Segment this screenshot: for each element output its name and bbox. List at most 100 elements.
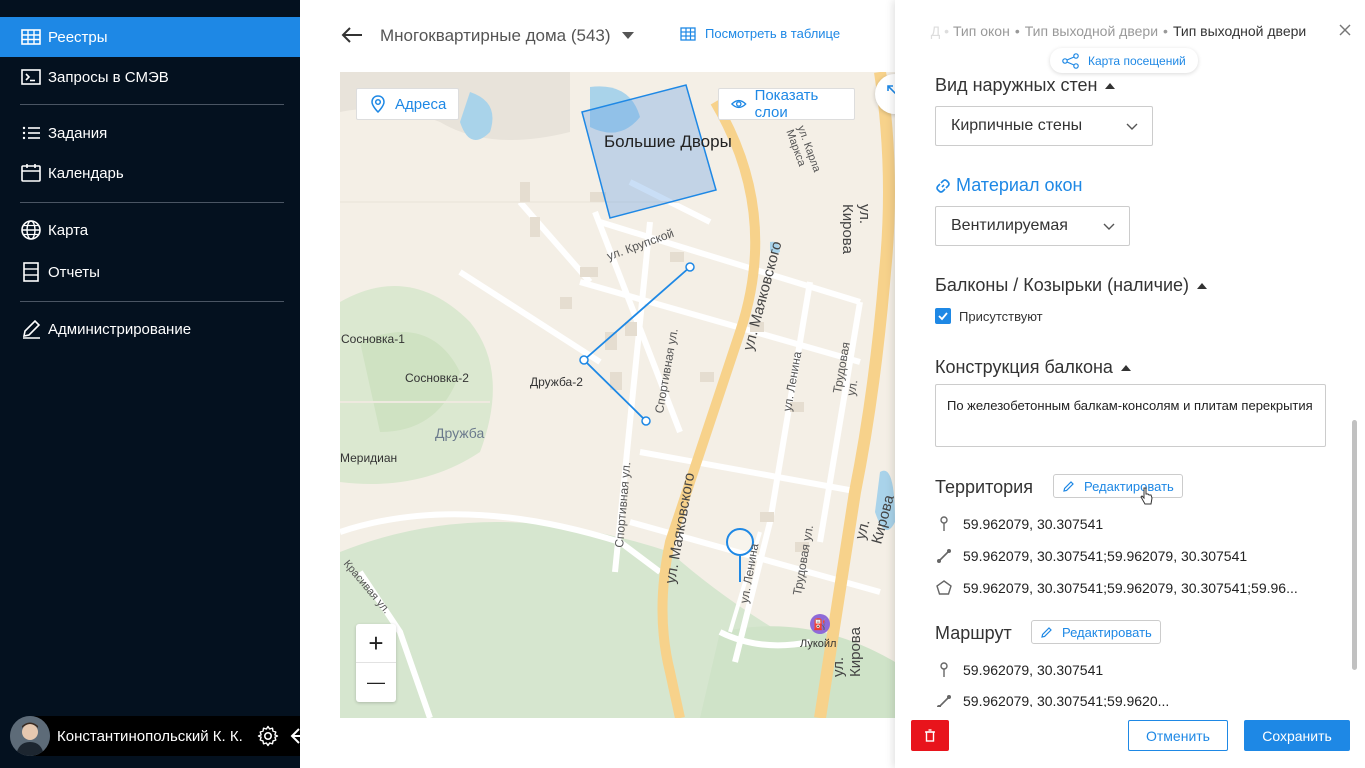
balcony-construction-title[interactable]: Конструкция балкона — [935, 357, 1131, 378]
edit-label: Редактировать — [1062, 624, 1152, 640]
sidebar-item-calendar[interactable]: Календарь — [0, 153, 300, 193]
main-content: Многоквартирные дома (543) Посмотреть в … — [300, 0, 895, 768]
show-layers-label: Показать слои — [754, 87, 819, 121]
wall-type-title[interactable]: Вид наружных стен — [935, 75, 1116, 96]
eye-icon — [731, 99, 747, 109]
section-title-text: Территория — [935, 477, 1033, 497]
table-icon — [21, 29, 41, 45]
save-button[interactable]: Сохранить — [1244, 720, 1350, 751]
balconies-checkbox[interactable]: Присутствуют — [935, 308, 1043, 324]
map-label-street: ул. Кирова — [839, 204, 873, 254]
breadcrumb-item[interactable]: Тип выходной двери — [1025, 23, 1158, 39]
mouse-cursor-icon — [1140, 487, 1153, 505]
view-table-link[interactable]: Посмотреть в таблице — [680, 26, 840, 41]
user-name: Константинопольский К. К. — [57, 727, 243, 745]
calendar-icon — [21, 164, 41, 182]
pencil-icon — [1041, 626, 1052, 638]
sidebar-item-label: Карта — [48, 221, 89, 239]
sidebar-item-label: Отчеты — [48, 263, 100, 281]
registry-header: Многоквартирные дома (543) Посмотреть в … — [300, 0, 895, 72]
zoom-out-button[interactable]: — — [356, 663, 396, 702]
visit-map-link[interactable]: Карта посещений — [1050, 48, 1198, 73]
route-point-row: 59.962079, 30.307541 — [935, 661, 1335, 679]
delete-button[interactable] — [911, 720, 949, 751]
balcony-construction-textarea[interactable]: По железобетонным балкам-консолям и плит… — [935, 384, 1326, 447]
sidebar-item-map[interactable]: Карта — [0, 210, 300, 250]
sidebar-item-label: Реестры — [48, 28, 108, 46]
sidebar-divider — [20, 202, 284, 203]
registry-title-dropdown[interactable]: Многоквартирные дома (543) — [380, 26, 634, 46]
coordinates-value: 59.962079, 30.307541 — [963, 516, 1104, 532]
breadcrumb-fade: Д • — [930, 23, 949, 39]
map-label-place: Сосновка-1 — [341, 332, 405, 346]
coordinates-value: 59.962079, 30.307541;59.962079, 30.30754… — [963, 580, 1298, 596]
close-icon[interactable] — [1339, 24, 1351, 36]
territory-edit-button[interactable]: Редактировать — [1053, 474, 1183, 498]
wall-type-select[interactable]: Кирпичные стены — [935, 106, 1153, 146]
map-label-bolshie-dvory: Большие Дворы — [604, 132, 732, 151]
page-title: Многоквартирные дома (543) — [380, 26, 611, 45]
window-material-title[interactable]: Материал окон — [935, 175, 1082, 196]
sidebar-item-tasks[interactable]: Задания — [0, 113, 300, 153]
point-pin-icon — [940, 516, 948, 531]
table-icon — [680, 26, 696, 41]
panel-footer: Отменить Сохранить — [895, 708, 1365, 768]
select-value: Кирпичные стены — [951, 117, 1083, 134]
section-title-text: Вид наружных стен — [935, 75, 1098, 95]
pencil-icon — [22, 319, 41, 339]
textarea-value: По железобетонным балкам-консолям и плит… — [947, 398, 1313, 413]
section-title-text: Материал окон — [956, 175, 1083, 195]
breadcrumb-current: Тип выходной двери — [1172, 23, 1307, 39]
sidebar-divider — [20, 104, 284, 105]
line-segment-icon — [937, 549, 951, 563]
sidebar-item-label: Задания — [48, 124, 108, 142]
breadcrumb-item[interactable]: Тип окон — [953, 23, 1010, 39]
territory-point-row: 59.962079, 30.307541 — [935, 515, 1335, 533]
sidebar-item-reports[interactable]: Отчеты — [0, 252, 300, 292]
sidebar-item-administration[interactable]: Администрирование — [0, 309, 300, 349]
expand-icon — [887, 85, 895, 95]
map-canvas[interactable]: Большие Дворы ул. Крупской ул. Карла Мар… — [340, 72, 895, 718]
caret-up-icon — [1105, 82, 1116, 89]
sidebar-item-registries[interactable]: Реестры — [0, 17, 300, 57]
zoom-control: + — — [356, 624, 396, 702]
caret-down-icon — [621, 32, 634, 39]
breadcrumb-separator: • — [1014, 23, 1020, 39]
zoom-in-button[interactable]: + — [356, 624, 396, 663]
territory-line-row: 59.962079, 30.307541;59.962079, 30.30754… — [935, 547, 1335, 565]
gear-icon[interactable] — [256, 724, 280, 748]
map-label-place: Сосновка-2 — [405, 371, 469, 385]
terminal-icon — [21, 69, 41, 85]
sidebar-divider — [20, 301, 284, 302]
breadcrumb-separator: • — [1163, 23, 1168, 39]
sidebar-item-label: Календарь — [48, 164, 124, 182]
window-material-select[interactable]: Вентилируемая — [935, 206, 1130, 246]
location-pin-icon — [371, 95, 385, 113]
sidebar: Реестры Запросы в СМЭВ Задания Календарь… — [0, 0, 321, 768]
panel-scrollbar[interactable] — [1352, 420, 1357, 670]
map-label-place: Дружба-2 — [530, 375, 583, 389]
report-icon — [23, 262, 39, 282]
avatar[interactable] — [10, 716, 50, 756]
point-pin-icon — [940, 662, 948, 677]
coordinates-value: 59.962079, 30.307541;59.962079, 30.30754… — [963, 548, 1248, 564]
route-edit-button[interactable]: Редактировать — [1031, 620, 1161, 644]
balconies-title[interactable]: Балконы / Козырьки (наличие) — [935, 275, 1208, 296]
addresses-button[interactable]: Адреса — [356, 88, 460, 120]
caret-up-icon — [1120, 364, 1131, 371]
user-profile[interactable]: Константинопольский К. К. — [10, 716, 321, 756]
pentagon-icon — [936, 580, 952, 595]
fuel-station-icon[interactable]: ⛽ — [810, 614, 830, 634]
show-layers-button[interactable]: Показать слои — [718, 87, 855, 121]
sidebar-item-smev-requests[interactable]: Запросы в СМЭВ — [0, 57, 300, 97]
back-arrow-icon[interactable] — [341, 24, 363, 46]
checkbox-label: Присутствуют — [959, 308, 1043, 324]
checkbox-checked-icon — [935, 308, 951, 324]
sidebar-item-label: Запросы в СМЭВ — [48, 68, 169, 86]
route-line-row: 59.962079, 30.307541;59.9620... — [935, 693, 1335, 707]
breadcrumb: Д • Тип окон • Тип выходной двери • Тип … — [895, 22, 1335, 40]
section-title-text: Балконы / Козырьки (наличие) — [935, 275, 1190, 295]
coordinates-value: 59.962079, 30.307541;59.9620... — [963, 693, 1170, 707]
cancel-button[interactable]: Отменить — [1128, 720, 1228, 751]
chevron-down-icon — [1103, 223, 1115, 230]
